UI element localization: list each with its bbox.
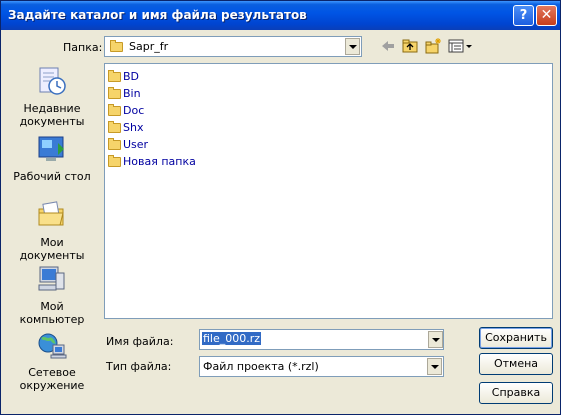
- folder-icon: [110, 40, 123, 52]
- file-list[interactable]: BD Bin Doc Shx User Новая папка: [104, 63, 553, 319]
- filetype-label: Тип файла:: [106, 360, 172, 373]
- back-arrow-icon[interactable]: [379, 37, 397, 55]
- place-my-documents[interactable]: Мои документы: [7, 199, 97, 262]
- filename-dropdown[interactable]: [426, 330, 443, 349]
- up-folder-icon[interactable]: [401, 37, 419, 55]
- chevron-down-icon[interactable]: [428, 331, 443, 348]
- close-button[interactable]: ✕: [536, 5, 557, 26]
- filetype-select[interactable]: Файл проекта (*.rzl): [199, 356, 444, 377]
- save-dialog: Задайте каталог и имя файла результатов …: [0, 0, 561, 415]
- list-item[interactable]: Doc: [108, 104, 144, 117]
- my-computer-icon: [38, 266, 65, 291]
- cancel-button[interactable]: Отмена: [479, 353, 553, 375]
- list-item-label: Shx: [123, 121, 144, 134]
- filename-label: Имя файла:: [106, 335, 174, 348]
- folder-combo[interactable]: Sapr_fr: [104, 36, 362, 57]
- list-item[interactable]: BD: [108, 70, 139, 83]
- place-desktop[interactable]: Рабочий стол: [7, 133, 97, 183]
- dialog-title: Задайте каталог и имя файла результатов: [8, 8, 307, 22]
- place-network-label-2: окружение: [19, 379, 85, 392]
- help-title-button[interactable]: ?: [513, 5, 534, 26]
- view-menu-icon[interactable]: [447, 37, 473, 55]
- save-button[interactable]: Сохранить: [479, 327, 553, 349]
- list-item-label: Doc: [123, 104, 145, 117]
- place-recent-label-1: Недавние: [23, 102, 81, 115]
- place-my-computer[interactable]: Мой компьютер: [7, 263, 97, 326]
- list-item-label: BD: [123, 70, 140, 83]
- list-item[interactable]: Bin: [108, 87, 141, 100]
- recent-documents-icon: [39, 67, 66, 95]
- desktop-icon: [38, 136, 64, 161]
- filename-value: file_000.rz: [202, 332, 262, 345]
- network-icon: [38, 333, 67, 359]
- filetype-value: Файл проекта (*.rzl): [203, 360, 319, 373]
- new-folder-icon[interactable]: [424, 37, 442, 55]
- chevron-down-icon[interactable]: [427, 358, 442, 375]
- folder-icon: [108, 121, 121, 133]
- folder-value: Sapr_fr: [129, 40, 169, 53]
- place-recent-label-2: документы: [19, 115, 85, 128]
- list-item-label: Новая папка: [123, 155, 196, 168]
- list-item-label: User: [123, 138, 149, 151]
- places-bar: Недавние документы Рабочий стол Мои доку…: [7, 61, 97, 401]
- title-bar[interactable]: Задайте каталог и имя файла результатов …: [1, 1, 560, 30]
- place-network-label-1: Сетевое: [28, 366, 76, 379]
- place-network[interactable]: Сетевое окружение: [7, 329, 97, 392]
- help-button[interactable]: Справка: [479, 382, 553, 404]
- place-my-computer-label: Мой компьютер: [19, 300, 85, 326]
- list-item[interactable]: Новая папка: [108, 155, 196, 168]
- folder-icon: [108, 138, 121, 150]
- place-my-documents-label: Мои документы: [19, 236, 85, 262]
- folder-icon: [108, 87, 121, 99]
- list-item[interactable]: Shx: [108, 121, 143, 134]
- place-desktop-label: Рабочий стол: [13, 170, 91, 183]
- list-item-label: Bin: [123, 87, 141, 100]
- my-documents-icon: [38, 201, 64, 226]
- folder-icon: [108, 155, 121, 167]
- list-item[interactable]: User: [108, 138, 148, 151]
- folder-icon: [108, 70, 121, 82]
- place-recent[interactable]: Недавние документы: [7, 65, 97, 128]
- folder-label: Папка:: [63, 41, 103, 54]
- filename-field[interactable]: file_000.rz: [199, 329, 444, 350]
- folder-icon: [108, 104, 121, 116]
- chevron-down-icon[interactable]: [345, 38, 360, 55]
